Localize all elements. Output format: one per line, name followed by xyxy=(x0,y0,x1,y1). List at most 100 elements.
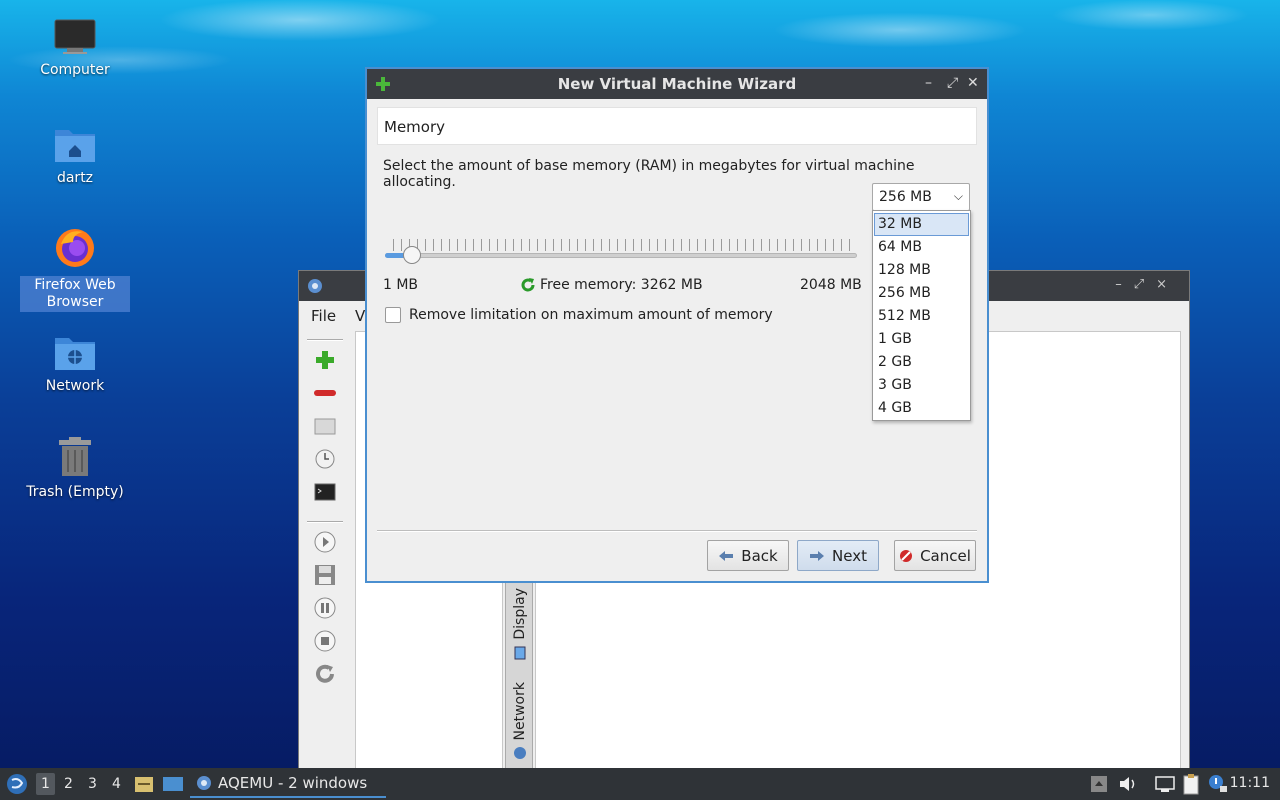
next-button[interactable]: Next xyxy=(797,540,879,571)
cancel-button-label: Cancel xyxy=(920,546,971,565)
play-icon xyxy=(314,531,336,553)
desktop-icon-label: Firefox Web Browser xyxy=(20,276,130,312)
workspace-2[interactable]: 2 xyxy=(64,776,73,792)
desktop-icon-network[interactable]: Network xyxy=(20,332,130,395)
vm-reset-button[interactable] xyxy=(307,659,343,689)
network-folder-icon xyxy=(55,338,95,370)
dropdown-option[interactable]: 3 GB xyxy=(874,374,969,397)
next-button-label: Next xyxy=(832,546,867,565)
taskbar-clock: 11:11 xyxy=(1229,775,1270,791)
desktop-icon-label: dartz xyxy=(56,170,94,186)
close-icon[interactable]: ✕ xyxy=(967,75,979,91)
vm-console-button[interactable] xyxy=(307,477,343,507)
desktop-icon-label: Network xyxy=(45,378,105,394)
network-tray-icon[interactable] xyxy=(1154,775,1176,793)
remove-limitation-checkbox[interactable]: Remove limitation on maximum amount of m… xyxy=(385,307,773,323)
desktop-icon-home[interactable]: dartz xyxy=(20,124,130,187)
arrow-left-icon xyxy=(719,550,734,561)
computer-icon xyxy=(54,19,96,54)
desktop-icon-label: Computer xyxy=(40,62,110,78)
show-desktop-icon[interactable] xyxy=(162,775,184,793)
page-title: Memory xyxy=(377,107,977,145)
clock-icon xyxy=(315,449,335,469)
memory-size-dropdown-list[interactable]: 32 MB 64 MB 128 MB 256 MB 512 MB 1 GB 2 GB 3 GB… xyxy=(872,210,971,421)
dialog-titlebar: New Virtual Machine Wizard – ⤢ ✕ xyxy=(367,69,987,99)
vm-history-button[interactable] xyxy=(307,444,343,474)
reset-icon xyxy=(316,664,334,683)
stop-icon xyxy=(314,630,336,652)
free-memory-label: Free memory: 3262 MB xyxy=(540,277,703,293)
minus-icon xyxy=(314,390,336,396)
slider-max-label: 2048 MB xyxy=(800,277,862,293)
dropdown-option[interactable]: 256 MB xyxy=(874,282,969,305)
firefox-icon xyxy=(56,229,94,267)
memory-size-combo[interactable]: 256 MB ⌵ xyxy=(872,183,970,211)
slider-min-label: 1 MB xyxy=(383,277,419,293)
terminal-icon xyxy=(314,483,336,501)
minimize-icon[interactable]: – xyxy=(925,75,932,91)
desktop-icon-firefox[interactable]: Firefox Web Browser xyxy=(20,226,130,312)
vm-pause-button[interactable] xyxy=(307,593,343,623)
drive-icon xyxy=(314,418,336,435)
slider-ticks xyxy=(393,239,851,251)
volume-icon[interactable] xyxy=(1118,775,1138,793)
aqemu-logo-icon xyxy=(308,279,322,293)
refresh-icon[interactable] xyxy=(520,277,536,293)
dropdown-option[interactable]: 1 GB xyxy=(874,328,969,351)
dropdown-option[interactable]: 512 MB xyxy=(874,305,969,328)
file-manager-icon[interactable] xyxy=(134,774,154,794)
task-label: AQEMU - 2 windows xyxy=(218,774,368,792)
desktop-icon-computer[interactable]: Computer xyxy=(20,18,130,79)
tab-display[interactable]: Display xyxy=(506,588,534,660)
trash-icon xyxy=(59,437,91,476)
network-icon xyxy=(514,747,526,760)
slider-groove xyxy=(385,253,857,258)
taskbar-aqemu-task[interactable]: AQEMU - 2 windows xyxy=(190,770,386,798)
tab-network[interactable]: Network xyxy=(506,682,534,760)
start-menu-icon[interactable] xyxy=(6,773,28,795)
dropdown-option[interactable]: 2 GB xyxy=(874,351,969,374)
dialog-separator xyxy=(377,530,977,532)
tab-display-label: Display xyxy=(512,588,528,640)
cancel-button[interactable]: Cancel xyxy=(894,540,976,571)
dialog-title: New Virtual Machine Wizard xyxy=(557,75,797,93)
dropdown-option[interactable]: 32 MB xyxy=(874,213,969,236)
dropdown-option[interactable]: 64 MB xyxy=(874,236,969,259)
aqemu-icon xyxy=(197,776,211,790)
dropdown-option[interactable]: 4 GB xyxy=(874,397,969,420)
arrow-right-icon xyxy=(810,550,825,561)
back-button[interactable]: Back xyxy=(707,540,789,571)
clipboard-icon[interactable] xyxy=(1182,773,1200,795)
delete-vm-button[interactable] xyxy=(307,378,343,408)
desktop-icon-label: Trash (Empty) xyxy=(26,484,124,500)
workspace-1[interactable]: 1 xyxy=(36,773,55,795)
checkbox-box[interactable] xyxy=(385,307,401,323)
workspace-3[interactable]: 3 xyxy=(88,776,97,792)
free-memory-indicator: Free memory: 3262 MB xyxy=(520,277,703,293)
back-button-label: Back xyxy=(741,546,778,565)
home-folder-icon xyxy=(55,130,95,162)
display-icon xyxy=(514,646,526,660)
menu-view[interactable]: V xyxy=(355,307,365,325)
aqemu-window-controls[interactable]: –⤢× xyxy=(1115,277,1179,292)
checkbox-label: Remove limitation on maximum amount of m… xyxy=(409,307,773,323)
tray-up-arrow-icon[interactable] xyxy=(1090,775,1108,793)
taskbar: 1 2 3 4 AQEMU - 2 windows 11:11 xyxy=(0,768,1280,800)
chevron-down-icon: ⌵ xyxy=(953,189,963,203)
desktop-icon-trash[interactable]: Trash (Empty) xyxy=(20,436,130,501)
dropdown-option[interactable]: 128 MB xyxy=(874,259,969,282)
vm-save-button[interactable] xyxy=(307,560,343,590)
workspace-4[interactable]: 4 xyxy=(112,776,121,792)
update-notifier-icon[interactable] xyxy=(1208,774,1228,794)
add-vm-button[interactable] xyxy=(307,345,343,375)
plus-icon xyxy=(316,351,334,369)
vm-settings-button[interactable] xyxy=(307,411,343,441)
slider-handle[interactable] xyxy=(403,246,421,264)
vm-start-button[interactable] xyxy=(307,527,343,557)
vm-stop-button[interactable] xyxy=(307,626,343,656)
menu-file[interactable]: File xyxy=(311,307,336,325)
maximize-icon[interactable]: ⤢ xyxy=(947,75,958,91)
memory-slider[interactable] xyxy=(385,239,857,265)
cancel-icon xyxy=(900,549,913,562)
memory-size-combo-value: 256 MB xyxy=(879,189,932,205)
